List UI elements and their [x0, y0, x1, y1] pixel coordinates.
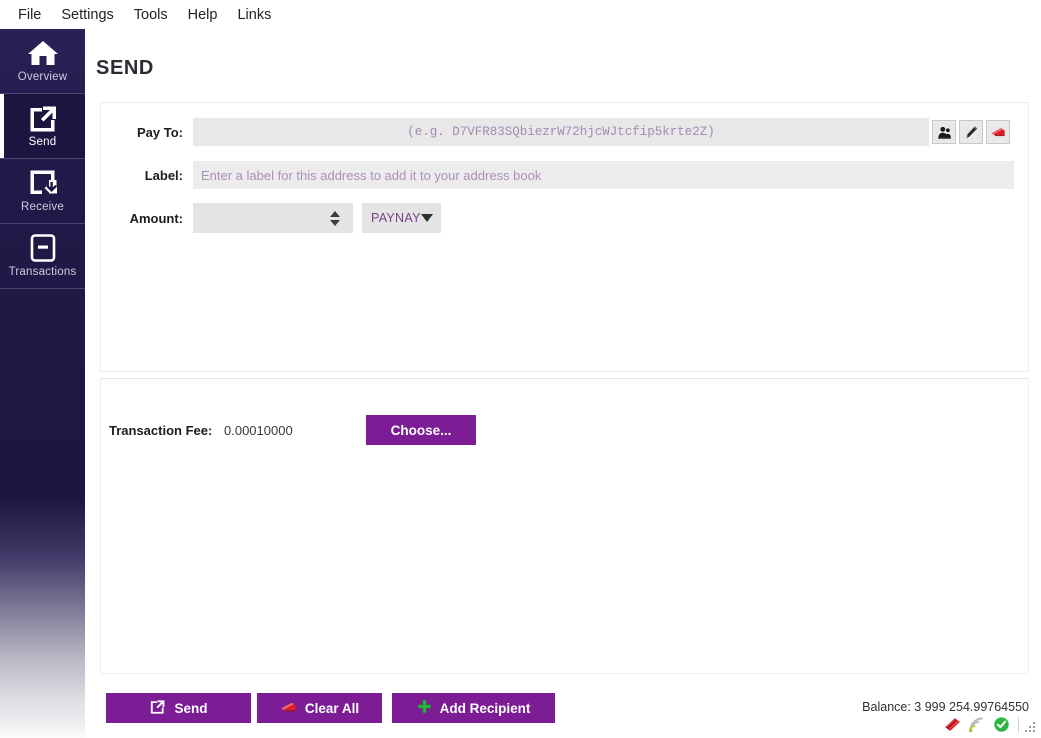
receive-icon: [27, 168, 59, 198]
label-field-label: Label:: [144, 167, 183, 183]
sidebar-item-label: Overview: [17, 71, 68, 83]
main-content: SEND Pay To: (e.g. D7VFR83SQbiezrW72hjcW…: [85, 29, 1041, 738]
menu-bar: File Settings Tools Help Links: [0, 0, 1041, 29]
amount-unit-select[interactable]: PAYNAY: [362, 203, 441, 233]
recipient-panel: Pay To: (e.g. D7VFR83SQbiezrW72hjcWJtcfi…: [100, 102, 1029, 372]
menu-item-tools[interactable]: Tools: [124, 4, 178, 26]
sidebar: Overview Send Receive Transactions: [0, 29, 85, 738]
transaction-fee-label: Transaction Fee:: [109, 423, 213, 438]
paste-icon[interactable]: [959, 120, 983, 144]
resize-grip[interactable]: [1024, 721, 1037, 734]
tor-icon[interactable]: [943, 716, 962, 733]
status-bar: [85, 711, 1041, 738]
sidebar-item-transactions[interactable]: Transactions: [0, 224, 85, 289]
choose-fee-button[interactable]: Choose...: [366, 415, 476, 445]
fee-panel: Transaction Fee: 0.00010000 Choose...: [100, 378, 1029, 674]
sidebar-item-overview[interactable]: Overview: [0, 29, 85, 94]
amount-unit-label: PAYNAY: [371, 211, 421, 225]
label-input[interactable]: [193, 161, 1014, 189]
menu-item-settings[interactable]: Settings: [51, 4, 123, 26]
transactions-icon: [29, 233, 57, 263]
sidebar-item-label: Send: [28, 136, 57, 148]
page-title: SEND: [96, 57, 154, 79]
payto-input[interactable]: [193, 118, 929, 146]
label-row: Label:: [101, 161, 1014, 189]
chevron-down-icon: [421, 214, 433, 222]
amount-label: Amount:: [129, 210, 183, 226]
sidebar-item-label: Receive: [21, 201, 64, 213]
network-signal-icon[interactable]: [968, 716, 987, 733]
menu-item-file[interactable]: File: [8, 4, 51, 26]
amount-input[interactable]: [193, 203, 325, 233]
amount-row: Amount: PAYNAY: [101, 203, 441, 233]
payto-row: Pay To:: [101, 118, 1010, 146]
home-icon: [26, 38, 60, 68]
sync-complete-icon[interactable]: [993, 716, 1010, 733]
sidebar-item-receive[interactable]: Receive: [0, 159, 85, 224]
amount-stepper[interactable]: [325, 203, 345, 233]
send-icon: [27, 103, 59, 133]
stepper-down-icon[interactable]: [330, 219, 340, 226]
sidebar-item-send[interactable]: Send: [0, 94, 85, 159]
clear-icon[interactable]: [986, 120, 1010, 144]
menu-item-help[interactable]: Help: [178, 4, 228, 26]
stepper-up-icon[interactable]: [330, 210, 340, 217]
sidebar-item-label: Transactions: [8, 266, 77, 278]
transaction-fee-value: 0.00010000: [224, 423, 293, 438]
menu-item-links[interactable]: Links: [227, 4, 281, 26]
amount-field-wrap: [193, 203, 353, 233]
address-book-icon[interactable]: [932, 120, 956, 144]
status-divider: [1018, 716, 1019, 733]
payto-label: Pay To:: [137, 124, 183, 140]
